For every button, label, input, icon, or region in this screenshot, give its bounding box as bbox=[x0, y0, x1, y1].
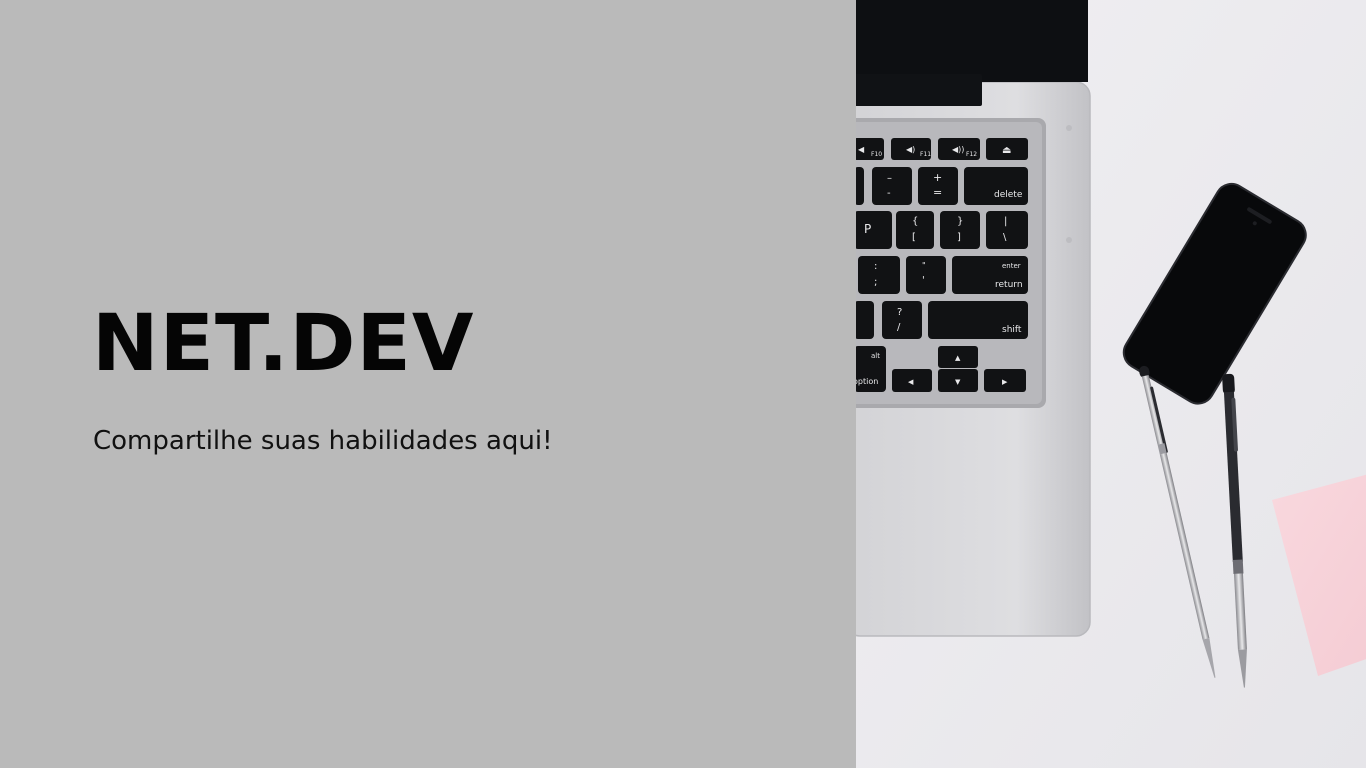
svg-text:;: ; bbox=[874, 277, 877, 288]
desk-photo: ◀ F10 ◀) F11 ◀)) F12 ⏏ – - + = delete P … bbox=[856, 0, 1366, 768]
key-return: return bbox=[995, 280, 1023, 290]
svg-text::: : bbox=[874, 261, 877, 272]
svg-text:[: [ bbox=[912, 232, 916, 243]
svg-text:': ' bbox=[922, 275, 925, 286]
arrow-right-icon: ▶ bbox=[1002, 378, 1008, 386]
volume-up-icon: ◀)) bbox=[952, 145, 964, 154]
arrow-down-icon: ▼ bbox=[955, 378, 961, 386]
desk-illustration: ◀ F10 ◀) F11 ◀)) F12 ⏏ – - + = delete P … bbox=[856, 0, 1366, 768]
svg-text:": " bbox=[922, 261, 926, 270]
laptop: ◀ F10 ◀) F11 ◀)) F12 ⏏ – - + = delete P … bbox=[856, 0, 1091, 637]
key-alt: alt bbox=[871, 352, 880, 360]
svg-text:{: { bbox=[912, 216, 918, 227]
key-f10: F10 bbox=[871, 151, 882, 158]
key-shift: shift bbox=[1002, 325, 1022, 335]
arrow-left-icon: ◀ bbox=[908, 378, 914, 386]
key-p: P bbox=[864, 222, 871, 236]
page-title: NET.DEV bbox=[92, 299, 475, 389]
key-delete: delete bbox=[994, 190, 1023, 200]
key-f11: F11 bbox=[920, 151, 931, 158]
svg-text:–: – bbox=[887, 173, 892, 184]
key-option: option bbox=[856, 377, 878, 386]
svg-text:}: } bbox=[957, 216, 963, 227]
svg-text:|: | bbox=[1004, 216, 1007, 227]
volume-down-icon: ◀) bbox=[906, 145, 915, 154]
tagline: Compartilhe suas habilidades aqui! bbox=[93, 426, 553, 456]
volume-mute-icon: ◀ bbox=[858, 145, 865, 154]
key-f12: F12 bbox=[966, 151, 977, 158]
svg-text:=: = bbox=[933, 186, 942, 199]
svg-text:?: ? bbox=[897, 307, 902, 318]
eject-icon: ⏏ bbox=[1002, 145, 1011, 156]
svg-text:+: + bbox=[933, 171, 942, 184]
arrow-up-icon: ▲ bbox=[955, 354, 961, 362]
svg-text:]: ] bbox=[957, 232, 961, 243]
text-panel: NET.DEV Compartilhe suas habilidades aqu… bbox=[0, 0, 856, 768]
svg-text:-: - bbox=[887, 188, 891, 199]
key-enter: enter bbox=[1002, 262, 1021, 270]
